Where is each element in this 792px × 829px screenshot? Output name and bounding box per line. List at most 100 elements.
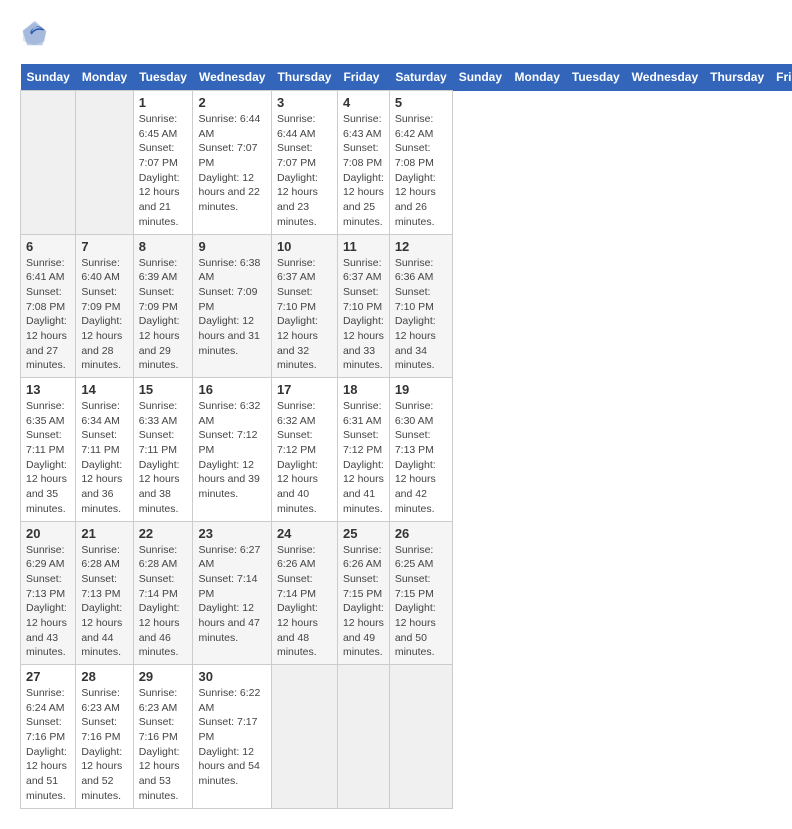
day-info: Sunrise: 6:32 AMSunset: 7:12 PMDaylight:… <box>198 399 265 502</box>
day-number: 20 <box>26 526 70 541</box>
sunrise-text: Sunrise: 6:37 AM <box>343 257 382 284</box>
daylight-text: Daylight: 12 hours and 33 minutes. <box>343 315 384 371</box>
daylight-text: Daylight: 12 hours and 50 minutes. <box>395 602 436 658</box>
day-info: Sunrise: 6:34 AMSunset: 7:11 PMDaylight:… <box>81 399 127 517</box>
day-info: Sunrise: 6:44 AMSunset: 7:07 PMDaylight:… <box>198 112 265 215</box>
day-number: 13 <box>26 382 70 397</box>
sunrise-text: Sunrise: 6:30 AM <box>395 400 434 427</box>
daylight-text: Daylight: 12 hours and 41 minutes. <box>343 459 384 515</box>
daylight-text: Daylight: 12 hours and 48 minutes. <box>277 602 318 658</box>
calendar-day-cell: 28Sunrise: 6:23 AMSunset: 7:16 PMDayligh… <box>76 665 133 809</box>
col-header-wednesday: Wednesday <box>626 64 704 91</box>
column-header-friday: Friday <box>337 64 389 91</box>
col-header-friday: Friday <box>770 64 792 91</box>
col-header-monday: Monday <box>509 64 566 91</box>
sunrise-text: Sunrise: 6:39 AM <box>139 257 178 284</box>
page-header <box>20 20 772 48</box>
daylight-text: Daylight: 12 hours and 46 minutes. <box>139 602 180 658</box>
day-info: Sunrise: 6:29 AMSunset: 7:13 PMDaylight:… <box>26 543 70 661</box>
calendar-week-row: 1Sunrise: 6:45 AMSunset: 7:07 PMDaylight… <box>21 91 792 235</box>
sunrise-text: Sunrise: 6:28 AM <box>139 544 178 571</box>
sunset-text: Sunset: 7:16 PM <box>26 716 65 743</box>
daylight-text: Daylight: 12 hours and 28 minutes. <box>81 315 122 371</box>
sunrise-text: Sunrise: 6:45 AM <box>139 113 178 140</box>
day-number: 26 <box>395 526 447 541</box>
col-header-thursday: Thursday <box>704 64 770 91</box>
calendar-day-cell: 20 Sunrise: 6:29 AMSunset: 7:13 PMDayligh… <box>21 521 76 665</box>
sunrise-text: Sunrise: 6:23 AM <box>81 687 120 714</box>
calendar-day-cell: 9Sunrise: 6:38 AMSunset: 7:09 PMDaylight… <box>193 234 271 378</box>
sunrise-text: Sunrise: 6:35 AM <box>26 400 65 427</box>
column-header-thursday: Thursday <box>271 64 337 91</box>
daylight-text: Daylight: 12 hours and 29 minutes. <box>139 315 180 371</box>
sunrise-text: Sunrise: 6:29 AM <box>26 544 65 571</box>
day-info: Sunrise: 6:45 AMSunset: 7:07 PMDaylight:… <box>139 112 188 230</box>
day-info: Sunrise: 6:35 AMSunset: 7:11 PMDaylight:… <box>26 399 70 517</box>
day-info: Sunrise: 6:38 AMSunset: 7:09 PMDaylight:… <box>198 256 265 359</box>
sunrise-text: Sunrise: 6:42 AM <box>395 113 434 140</box>
day-number: 8 <box>139 239 188 254</box>
sunset-text: Sunset: 7:13 PM <box>81 573 120 600</box>
sunset-text: Sunset: 7:07 PM <box>277 142 316 169</box>
calendar-day-cell: 5Sunrise: 6:42 AMSunset: 7:08 PMDaylight… <box>389 91 452 235</box>
calendar-day-cell: 21Sunrise: 6:28 AMSunset: 7:13 PMDayligh… <box>76 521 133 665</box>
daylight-text: Daylight: 12 hours and 54 minutes. <box>198 746 259 787</box>
calendar-day-cell: 2 Sunrise: 6:44 AMSunset: 7:07 PMDaylight… <box>193 91 271 235</box>
day-info: Sunrise: 6:28 AMSunset: 7:13 PMDaylight:… <box>81 543 127 661</box>
day-number: 22 <box>139 526 188 541</box>
calendar-day-cell: 27 Sunrise: 6:24 AMSunset: 7:16 PM Dayligh… <box>21 665 76 809</box>
day-number: 24 <box>277 526 332 541</box>
daylight-text: Daylight: 12 hours and 51 minutes. <box>26 746 67 802</box>
sunrise-text: Sunrise: 6:34 AM <box>81 400 120 427</box>
calendar-day-cell: 25Sunrise: 6:26 AMSunset: 7:15 PMDayligh… <box>337 521 389 665</box>
sunset-text: Sunset: 7:08 PM <box>343 142 382 169</box>
daylight-text: Daylight: 12 hours and 44 minutes. <box>81 602 122 658</box>
sunrise-text: Sunrise: 6:24 AM <box>26 687 65 714</box>
calendar-day-cell: 8Sunrise: 6:39 AMSunset: 7:09 PMDaylight… <box>133 234 193 378</box>
sunset-text: Sunset: 7:07 PM <box>139 142 178 169</box>
column-header-sunday: Sunday <box>21 64 76 91</box>
sunset-text: Sunset: 7:12 PM <box>343 429 382 456</box>
sunset-text: Sunset: 7:11 PM <box>26 429 64 456</box>
sunset-text: Sunset: 7:10 PM <box>343 286 382 313</box>
day-info: Sunrise: 6:26 AMSunset: 7:14 PMDaylight:… <box>277 543 332 661</box>
calendar-week-row: 27 Sunrise: 6:24 AMSunset: 7:16 PM Dayligh… <box>21 665 792 809</box>
daylight-text: Daylight: 12 hours and 23 minutes. <box>277 172 318 228</box>
calendar-day-cell: 1 Sunrise: 6:45 AMSunset: 7:07 PMDaylight… <box>133 91 193 235</box>
sunset-text: Sunset: 7:17 PM <box>198 716 257 743</box>
day-number: 2 <box>198 95 265 110</box>
day-info: Sunrise: 6:32 AMSunset: 7:12 PMDaylight:… <box>277 399 332 517</box>
sunset-text: Sunset: 7:07 PM <box>198 142 257 169</box>
sunrise-text: Sunrise: 6:40 AM <box>81 257 120 284</box>
sunrise-text: Sunrise: 6:23 AM <box>139 687 178 714</box>
sunrise-text: Sunrise: 6:32 AM <box>277 400 316 427</box>
daylight-text: Daylight: 12 hours and 49 minutes. <box>343 602 384 658</box>
calendar-day-cell: 13 Sunrise: 6:35 AMSunset: 7:11 PMDayligh… <box>21 378 76 522</box>
day-number: 7 <box>81 239 127 254</box>
calendar-week-row: 20Sunrise: 6:29 AMSunset: 7:13 PMDayligh… <box>21 521 792 665</box>
sunrise-text: Sunrise: 6:44 AM <box>277 113 316 140</box>
daylight-text: Daylight: 12 hours and 34 minutes. <box>395 315 436 371</box>
sunset-text: Sunset: 7:10 PM <box>395 286 434 313</box>
calendar-day-cell: 3Sunrise: 6:44 AMSunset: 7:07 PMDaylight… <box>271 91 337 235</box>
calendar-day-cell: 6Sunrise: 6:41 AMSunset: 7:08 PMDaylight… <box>21 234 76 378</box>
calendar-day-cell: 11Sunrise: 6:37 AMSunset: 7:10 PMDayligh… <box>337 234 389 378</box>
day-number: 29 <box>139 669 188 684</box>
calendar-day-cell: 17Sunrise: 6:32 AMSunset: 7:12 PMDayligh… <box>271 378 337 522</box>
day-info: Sunrise: 6:27 AMSunset: 7:14 PMDaylight:… <box>198 543 265 646</box>
sunrise-text: Sunrise: 6:26 AM <box>277 544 316 571</box>
sunrise-text: Sunrise: 6:41 AM <box>26 257 65 284</box>
day-number: 1 <box>139 95 188 110</box>
sunrise-text: Sunrise: 6:37 AM <box>277 257 316 284</box>
calendar-day-cell: 26Sunrise: 6:25 AMSunset: 7:15 PMDayligh… <box>389 521 452 665</box>
calendar-day-cell: 29Sunrise: 6:23 AMSunset: 7:16 PMDayligh… <box>133 665 193 809</box>
day-number: 27 <box>26 669 70 684</box>
day-number: 12 <box>395 239 447 254</box>
sunset-text: Sunset: 7:15 PM <box>395 573 434 600</box>
col-header-sunday: Sunday <box>453 64 509 91</box>
day-number: 14 <box>81 382 127 397</box>
sunset-text: Sunset: 7:10 PM <box>277 286 316 313</box>
day-info: Sunrise: 6:28 AMSunset: 7:14 PMDaylight:… <box>139 543 188 661</box>
day-info: Sunrise: 6:37 AMSunset: 7:10 PMDaylight:… <box>277 256 332 374</box>
calendar-day-cell <box>389 665 452 809</box>
